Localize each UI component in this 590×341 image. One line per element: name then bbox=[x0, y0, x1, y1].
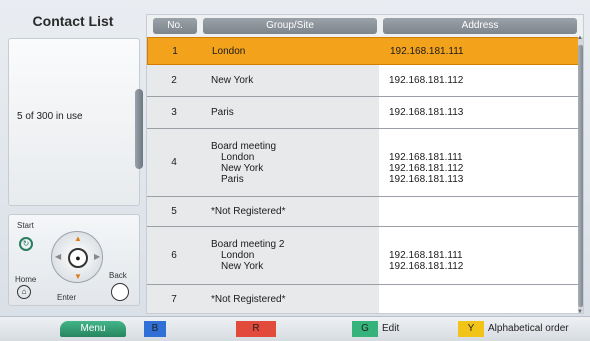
back-icon bbox=[111, 283, 129, 301]
row-address: 192.168.181.111 bbox=[380, 38, 580, 64]
address-line: 192.168.181.113 bbox=[389, 173, 464, 185]
address-line: 192.168.181.112 bbox=[389, 162, 464, 174]
group-line: London bbox=[212, 45, 246, 57]
enter-label: Enter bbox=[57, 293, 77, 302]
group-line: Paris bbox=[211, 107, 234, 118]
address-line bbox=[389, 239, 579, 250]
row-number: 7 bbox=[147, 285, 201, 313]
header-no: No. bbox=[153, 18, 197, 34]
row-number: 5 bbox=[147, 197, 201, 226]
header-address: Address bbox=[383, 18, 577, 34]
row-address: 192.168.181.112 bbox=[379, 65, 579, 96]
table-row-6[interactable]: 6 Board meeting 2 London New York 192.16… bbox=[147, 227, 579, 285]
row-group: New York bbox=[201, 65, 379, 96]
red-key-button[interactable]: R bbox=[236, 321, 276, 337]
group-line: *Not Registered* bbox=[211, 293, 286, 305]
address-line: 192.168.181.111 bbox=[389, 151, 463, 163]
scrollbar[interactable]: ▲ ▼ bbox=[577, 35, 583, 315]
yellow-key-label: Alphabetical order bbox=[488, 323, 569, 334]
row-number: 1 bbox=[148, 38, 202, 64]
scroll-up-icon[interactable]: ▲ bbox=[577, 35, 583, 41]
home-label: Home bbox=[15, 275, 37, 284]
table-row-4[interactable]: 4 Board meeting London New York Paris 19… bbox=[147, 129, 579, 197]
up-arrow-icon: ▲ bbox=[74, 234, 82, 243]
row-address bbox=[379, 285, 579, 313]
row-address: 192.168.181.113 bbox=[379, 97, 579, 128]
group-line: Paris bbox=[221, 173, 244, 185]
row-group: *Not Registered* bbox=[201, 285, 379, 313]
dpad-icon: ▲ ◀ ▶ ▼ ● bbox=[51, 231, 103, 283]
group-line: London bbox=[221, 151, 255, 163]
row-number: 6 bbox=[147, 227, 201, 284]
right-arrow-icon: ▶ bbox=[94, 252, 101, 261]
row-group: *Not Registered* bbox=[201, 197, 379, 226]
table-row-1[interactable]: 1 London 192.168.181.111 bbox=[147, 37, 580, 65]
row-number: 3 bbox=[147, 97, 201, 128]
blue-key-button[interactable]: B bbox=[144, 321, 166, 337]
header-group: Group/Site bbox=[203, 18, 377, 34]
page-title: Contact List bbox=[32, 13, 114, 29]
group-line: Board meeting bbox=[211, 140, 277, 152]
address-line: 192.168.181.111 bbox=[389, 250, 463, 261]
start-label: Start bbox=[17, 221, 34, 230]
group-line: *Not Registered* bbox=[211, 206, 286, 217]
green-key-label: Edit bbox=[382, 323, 400, 334]
row-group: Board meeting London New York Paris bbox=[201, 129, 379, 196]
scrollbar-thumb[interactable] bbox=[578, 45, 583, 307]
address-line: 192.168.181.111 bbox=[390, 45, 464, 57]
address-line bbox=[389, 141, 579, 152]
address-line: 192.168.181.112 bbox=[389, 261, 464, 272]
row-address bbox=[379, 197, 579, 226]
row-group: London bbox=[202, 38, 380, 64]
table-header: No. Group/Site Address bbox=[147, 15, 583, 37]
row-address: 192.168.181.111 192.168.181.112 bbox=[379, 227, 579, 284]
usage-panel: 5 of 300 in use bbox=[8, 38, 143, 206]
table-row-5[interactable]: 5 *Not Registered* bbox=[147, 197, 579, 227]
table-row-3[interactable]: 3 Paris 192.168.181.113 bbox=[147, 97, 579, 129]
row-address: 192.168.181.111 192.168.181.112 192.168.… bbox=[379, 129, 579, 196]
back-label: Back bbox=[109, 271, 127, 280]
remote-guide: Start ↻ ▲ ◀ ▶ ▼ ● Home ⌂ Enter Back bbox=[8, 214, 140, 306]
yellow-key-button[interactable]: Y bbox=[458, 321, 484, 337]
start-icon: ↻ bbox=[19, 237, 33, 251]
row-group: Paris bbox=[201, 97, 379, 128]
row-group: Board meeting 2 London New York bbox=[201, 227, 379, 284]
down-arrow-icon: ▼ bbox=[74, 272, 82, 281]
row-number: 2 bbox=[147, 65, 201, 96]
row-number: 4 bbox=[147, 129, 201, 196]
group-line: New York bbox=[221, 261, 264, 272]
scroll-down-icon[interactable]: ▼ bbox=[577, 309, 583, 315]
group-line: Board meeting 2 bbox=[211, 239, 285, 250]
table-row-2[interactable]: 2 New York 192.168.181.112 bbox=[147, 65, 579, 97]
group-line: New York bbox=[211, 75, 254, 86]
address-line: 192.168.181.112 bbox=[389, 75, 464, 86]
home-icon: ⌂ bbox=[17, 285, 31, 299]
enter-icon: ● bbox=[68, 248, 88, 268]
group-line: New York bbox=[221, 162, 264, 174]
bottom-bar: Menu B R G Edit Y Alphabetical order bbox=[0, 316, 590, 341]
table-row-7[interactable]: 7 *Not Registered* bbox=[147, 285, 579, 313]
panel-tab-handle bbox=[135, 89, 143, 169]
menu-button[interactable]: Menu bbox=[60, 321, 126, 337]
group-line: London bbox=[221, 250, 255, 261]
address-line: 192.168.181.113 bbox=[389, 107, 464, 118]
usage-text: 5 of 300 in use bbox=[17, 111, 83, 122]
green-key-button[interactable]: G bbox=[352, 321, 378, 337]
contact-table: No. Group/Site Address 1 London 192.168.… bbox=[146, 14, 584, 315]
left-arrow-icon: ◀ bbox=[55, 252, 62, 261]
